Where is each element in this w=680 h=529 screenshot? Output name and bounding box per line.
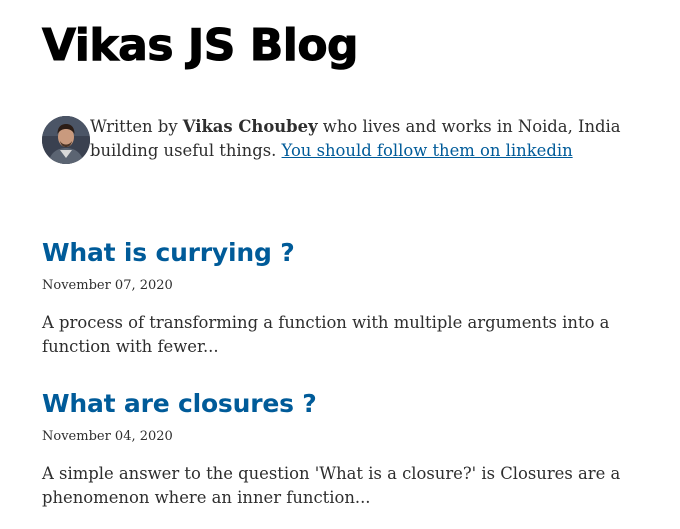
author-photo-icon: [42, 116, 90, 164]
author-name: Vikas Choubey: [182, 117, 318, 136]
bio-prefix: Written by: [90, 117, 183, 136]
post-title: What is currying ?: [42, 237, 652, 269]
bio-text: Written by Vikas Choubey who lives and w…: [90, 115, 635, 163]
linkedin-link[interactable]: You should follow them on linkedin: [282, 141, 573, 160]
post-title: What are closures ?: [42, 388, 652, 420]
post-title-link[interactable]: What is currying ?: [42, 238, 295, 267]
post-excerpt: A process of transforming a function wit…: [42, 313, 610, 356]
post-item: What are closures ? November 04, 2020 A …: [42, 388, 652, 510]
author-avatar: [42, 116, 90, 164]
post-item: What is currying ? November 07, 2020 A p…: [42, 237, 652, 359]
post-title-link[interactable]: What are closures ?: [42, 389, 317, 418]
author-bio: Written by Vikas Choubey who lives and w…: [42, 115, 652, 164]
post-excerpt: A simple answer to the question 'What is…: [42, 464, 621, 507]
site-title[interactable]: Vikas JS Blog: [41, 20, 359, 72]
post-date: November 04, 2020: [42, 429, 173, 444]
post-date: November 07, 2020: [42, 278, 173, 293]
